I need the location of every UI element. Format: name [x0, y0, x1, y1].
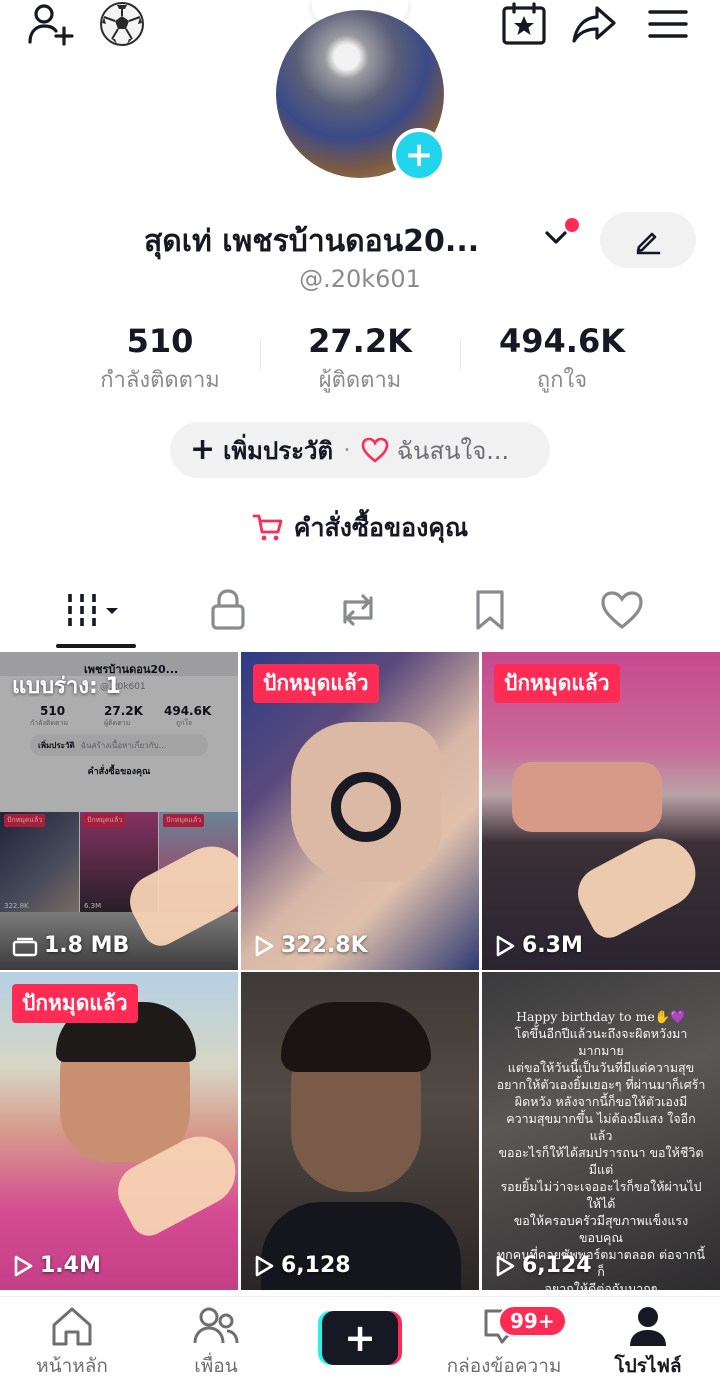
nav-profile[interactable]: โปรไฟล์ [578, 1305, 718, 1381]
tab-reposts[interactable] [308, 578, 408, 642]
nav-home-label: หน้าหลัก [36, 1355, 108, 1377]
video-tile[interactable]: Happy birthday to me✋💜 โตขึ้นอีกปีแล้วนะ… [482, 972, 720, 1290]
view-count-value: 6.3M [522, 933, 583, 958]
video-tile[interactable]: 6,128 [241, 972, 479, 1290]
play-outline-icon [255, 935, 274, 956]
stat-likes[interactable]: 494.6K ถูกใจ [462, 322, 662, 397]
draft-size-value: 1.8 MB [44, 933, 130, 958]
notification-dot [565, 218, 579, 232]
pencil-icon [636, 232, 661, 255]
edit-profile-button[interactable] [600, 212, 696, 268]
hair-shape [281, 1002, 431, 1072]
person-plus-icon [28, 4, 74, 46]
view-count: 6,124 [494, 1253, 592, 1278]
hamburger-menu-icon [648, 10, 688, 38]
soccer-ball-button[interactable] [98, 2, 146, 46]
plus-icon: + [190, 432, 216, 467]
play-outline-icon [496, 1255, 515, 1276]
calendar-star-icon [502, 2, 546, 45]
add-story-button[interactable]: + [392, 128, 446, 182]
profile-tabs [0, 578, 720, 648]
pinned-badge: ปักหมุดแล้ว [494, 664, 620, 703]
create-button[interactable]: + [318, 1311, 402, 1365]
tab-private[interactable] [178, 578, 278, 642]
plus-icon: + [322, 1311, 398, 1365]
view-count-value: 1.4M [40, 1253, 101, 1278]
stat-following-value: 510 [126, 322, 194, 360]
menu-button[interactable] [644, 2, 692, 46]
shopping-cart-icon [252, 514, 283, 541]
active-tab-indicator [56, 644, 136, 648]
view-count-value: 6,128 [281, 1253, 351, 1278]
draft-label: แบบร่าง: 1 [12, 674, 121, 699]
pinned-badge: ปักหมุดแล้ว [12, 984, 138, 1023]
nav-friends-label: เพื่อน [194, 1355, 238, 1377]
tab-liked[interactable] [572, 578, 672, 642]
add-friend-button[interactable] [26, 2, 74, 46]
video-tile[interactable]: ปักหมุดแล้ว 322.8K [241, 652, 479, 970]
play-outline-icon [496, 935, 515, 956]
arm-subject [512, 762, 662, 832]
profile-display-name[interactable]: สุดเท่ เพชรบ้านดอน20... [144, 218, 554, 265]
bio-pill[interactable]: + เพิ่มประวัติ · ฉันสนใจ... [170, 422, 550, 478]
lock-icon [211, 589, 245, 630]
video-tile[interactable]: ปักหมุดแล้ว 1.4M [0, 972, 238, 1290]
nav-home[interactable]: หน้าหลัก [2, 1305, 142, 1381]
view-count: 6,128 [253, 1253, 351, 1278]
pointing-hand-sticker [568, 825, 708, 945]
friends-icon [193, 1307, 239, 1344]
stat-following-label: กำลังติดตาม [100, 368, 220, 393]
play-outline-icon [255, 1255, 274, 1276]
pinned-badge: ปักหมุดแล้ว [253, 664, 379, 703]
view-count: 1.4M [12, 1253, 101, 1278]
bottom-navigation: หน้าหลัก เพื่อน + กล่องข้อความ 99+ โปรไฟ… [0, 1296, 720, 1384]
tab-videos[interactable] [46, 578, 146, 642]
tab-favorites[interactable] [440, 578, 540, 642]
view-count: 6.3M [494, 933, 583, 958]
view-count: 322.8K [253, 933, 368, 958]
grid-icon [68, 594, 118, 626]
calendar-button[interactable] [500, 2, 548, 46]
nav-friends[interactable]: เพื่อน [146, 1305, 286, 1381]
nav-profile-label: โปรไฟล์ [614, 1355, 682, 1377]
soccer-ball-icon [100, 2, 144, 46]
video-tile[interactable]: ปักหมุดแล้ว 6.3M [482, 652, 720, 970]
view-count-value: 6,124 [522, 1253, 592, 1278]
repost-icon [343, 594, 373, 626]
stat-followers-value: 27.2K [308, 322, 412, 360]
bookmark-icon [476, 590, 504, 630]
add-bio-label[interactable]: เพิ่มประวัติ [223, 431, 333, 470]
plus-icon: + [404, 135, 434, 175]
stat-likes-label: ถูกใจ [536, 368, 588, 393]
inbox-count-badge: 99+ [498, 1305, 567, 1337]
nav-inbox-label: กล่องข้อความ [446, 1355, 562, 1377]
birthday-caption: Happy birthday to me✋💜 โตขึ้นอีกปีแล้วนะ… [496, 1009, 706, 1290]
stat-divider [460, 340, 461, 370]
your-orders-link[interactable]: คำสั่งซื้อของคุณ [0, 508, 720, 548]
draft-stack-icon [12, 937, 38, 956]
stat-following[interactable]: 510 กำลังติดตาม [60, 322, 260, 397]
home-icon [52, 1307, 92, 1346]
interests-label[interactable]: ฉันสนใจ... [397, 431, 509, 470]
heart-outline-icon [601, 591, 643, 630]
view-count-value: 322.8K [281, 933, 368, 958]
heart-outline-icon [361, 437, 389, 463]
stat-followers[interactable]: 27.2K ผู้ติดตาม [260, 322, 460, 397]
profile-person-icon [630, 1307, 666, 1346]
stat-followers-label: ผู้ติดตาม [318, 368, 402, 393]
video-tile-draft[interactable]: เพชรบ้านดอน20... @.20k601 510 กำลังติดตา… [0, 652, 238, 970]
profile-handle: @.20k601 [299, 265, 421, 293]
share-button[interactable] [570, 2, 618, 46]
share-arrow-icon [572, 6, 616, 43]
play-outline-icon [14, 1255, 33, 1276]
separator-dot: · [343, 436, 351, 464]
draft-size: 1.8 MB [12, 933, 129, 958]
your-orders-label: คำสั่งซื้อของคุณ [293, 513, 469, 542]
bracelet-shape [331, 772, 401, 842]
stat-likes-value: 494.6K [498, 322, 625, 360]
